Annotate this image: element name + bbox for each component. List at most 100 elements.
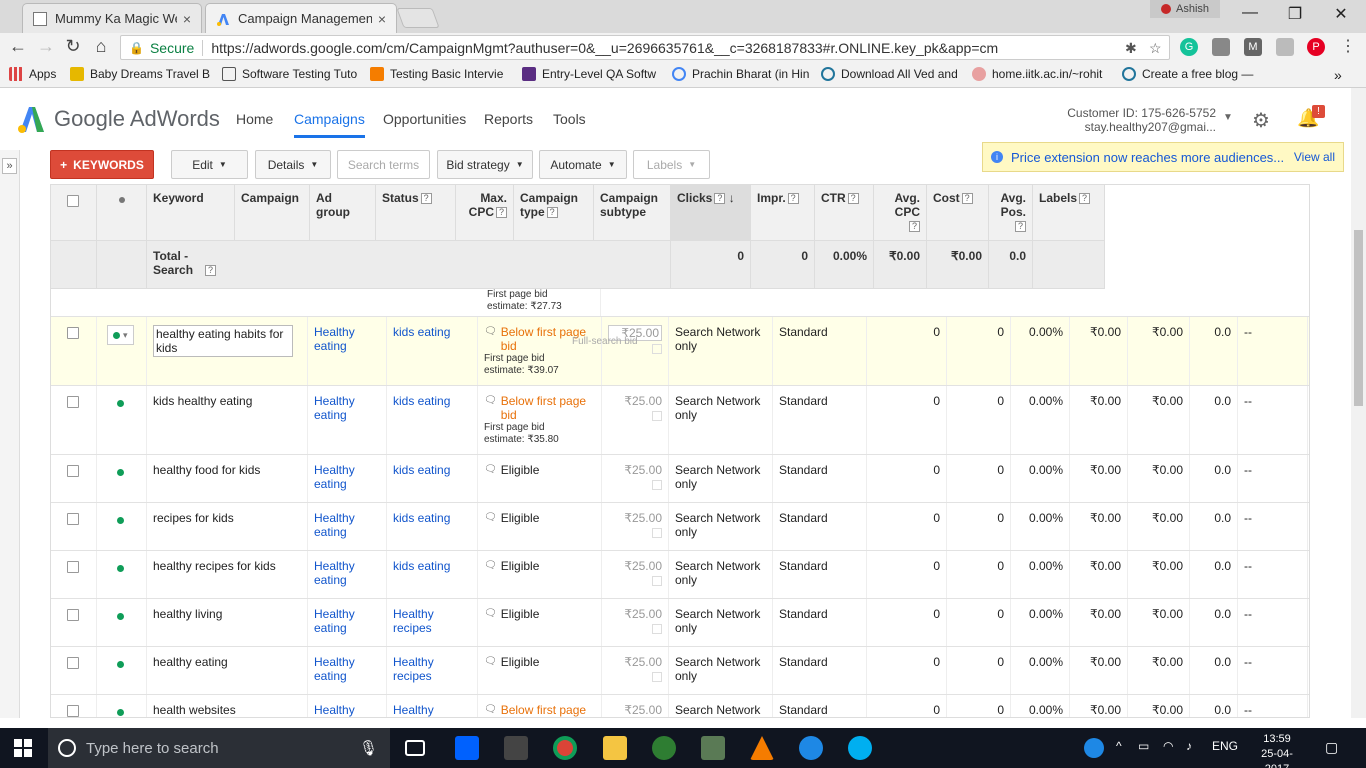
windows-start-icon[interactable] bbox=[14, 739, 32, 757]
edit-bid-icon[interactable] bbox=[652, 344, 662, 354]
status-bubble-icon[interactable]: 🗨 bbox=[484, 703, 497, 717]
adwords-logo[interactable]: Google AdWords bbox=[16, 104, 220, 134]
max-cpc-value[interactable]: ₹25.00 bbox=[608, 394, 662, 408]
ad-group-link[interactable]: Healthy eating bbox=[314, 463, 380, 491]
header-ad-group[interactable]: Ad group bbox=[310, 185, 376, 241]
grammarly-icon[interactable]: G bbox=[1180, 38, 1198, 56]
bookmark-baby-dreams[interactable]: Baby Dreams Travel B bbox=[70, 67, 210, 81]
forward-icon[interactable]: → bbox=[35, 36, 57, 57]
close-tab-icon[interactable]: × bbox=[183, 11, 191, 27]
campaign-link[interactable]: Healthy recipes bbox=[393, 655, 471, 683]
status-bubble-icon[interactable]: 🗨 bbox=[484, 325, 497, 353]
enabled-status-icon[interactable] bbox=[113, 331, 120, 339]
campaign-link[interactable]: kids eating bbox=[393, 511, 471, 525]
bookmark-create-blog[interactable]: Create a free blog — bbox=[1122, 67, 1253, 81]
edit-bid-icon[interactable] bbox=[652, 411, 662, 421]
bookmark-entry-level-qa[interactable]: Entry-Level QA Softw bbox=[522, 67, 656, 81]
internet-explorer-icon[interactable] bbox=[799, 736, 823, 760]
help-icon[interactable]: ? bbox=[961, 193, 973, 205]
max-cpc-value[interactable]: ₹25.00 bbox=[608, 559, 662, 573]
more-bookmarks-icon[interactable]: » bbox=[1334, 67, 1342, 83]
header-status[interactable]: Status? bbox=[376, 185, 456, 241]
restore-icon[interactable]: ❐ bbox=[1283, 4, 1307, 24]
header-campaign-subtype[interactable]: Campaign subtype bbox=[594, 185, 671, 241]
header-avg-cpc[interactable]: Avg. CPC? bbox=[874, 185, 927, 241]
row-checkbox[interactable] bbox=[67, 465, 79, 477]
status-bubble-icon[interactable]: 🗨 bbox=[484, 559, 497, 573]
vlc-icon[interactable] bbox=[750, 736, 774, 760]
row-checkbox[interactable] bbox=[67, 705, 79, 717]
help-icon[interactable]: ? bbox=[714, 193, 726, 205]
status-bubble-icon[interactable]: 🗨 bbox=[484, 463, 497, 477]
new-tab-button[interactable] bbox=[396, 8, 440, 28]
status-bubble-icon[interactable]: 🗨 bbox=[484, 607, 497, 621]
scrollbar-thumb[interactable] bbox=[1354, 230, 1363, 406]
table-row[interactable]: recipes for kids Healthy eating kids eatin… bbox=[51, 503, 1309, 551]
store-icon[interactable] bbox=[504, 736, 528, 760]
tab-campaign-management[interactable]: Campaign Management × bbox=[205, 3, 397, 33]
max-cpc-value[interactable]: ₹25.00 bbox=[608, 655, 662, 669]
keyword-text[interactable]: healthy food for kids bbox=[153, 463, 301, 477]
help-tray-icon[interactable] bbox=[1084, 738, 1104, 758]
nav-home[interactable]: Home bbox=[236, 111, 273, 127]
nav-opportunities[interactable]: Opportunities bbox=[383, 111, 466, 127]
automate-button[interactable]: Automate ▼ bbox=[539, 150, 627, 179]
header-clicks[interactable]: Clicks? ↓ bbox=[671, 185, 751, 241]
header-campaign[interactable]: Campaign bbox=[235, 185, 310, 241]
table-row[interactable]: healthy recipes for kids Healthy eating ki… bbox=[51, 551, 1309, 599]
extension-icon[interactable] bbox=[1212, 38, 1230, 56]
taskbar-search-input[interactable]: Type here to search 🎙 bbox=[48, 728, 390, 768]
header-keyword[interactable]: Keyword bbox=[147, 185, 235, 241]
keyword-text[interactable]: healthy eating habits for kids bbox=[153, 325, 293, 357]
header-cost[interactable]: Cost? bbox=[927, 185, 989, 241]
table-row[interactable]: healthy living Healthy eating Healthy reci… bbox=[51, 599, 1309, 647]
edit-bid-icon[interactable] bbox=[652, 672, 662, 682]
campaign-link[interactable]: kids eating bbox=[393, 325, 471, 339]
tab-mummy-ka-magic[interactable]: Mummy Ka Magic Week × bbox=[22, 3, 202, 33]
status-bubble-icon[interactable]: 🗨 bbox=[484, 511, 497, 525]
home-icon[interactable]: ⌂ bbox=[90, 36, 112, 57]
edit-button[interactable]: Edit ▼ bbox=[171, 150, 248, 179]
menu-dots-icon[interactable]: ⋮ bbox=[1337, 36, 1359, 56]
max-cpc-value[interactable]: ₹25.00 bbox=[608, 607, 662, 621]
extension-m-icon[interactable]: M bbox=[1244, 38, 1262, 56]
max-cpc-value[interactable]: ₹25.00 bbox=[608, 703, 662, 717]
keyword-text[interactable]: kids healthy eating bbox=[153, 394, 301, 408]
account-dropdown-icon[interactable]: ▼ bbox=[1223, 112, 1233, 123]
chrome-icon[interactable] bbox=[553, 736, 577, 760]
volume-icon[interactable]: ♪ bbox=[1186, 739, 1192, 753]
file-explorer-icon[interactable] bbox=[603, 736, 627, 760]
ad-group-link[interactable]: Healthy eating bbox=[314, 703, 380, 717]
edit-bid-icon[interactable] bbox=[652, 624, 662, 634]
battery-icon[interactable]: ▭ bbox=[1138, 739, 1149, 753]
ad-group-link[interactable]: Healthy eating bbox=[314, 511, 380, 539]
ad-group-link[interactable]: Healthy eating bbox=[314, 559, 380, 587]
status-dot-header[interactable] bbox=[97, 185, 147, 241]
bookmark-testing-basic[interactable]: Testing Basic Intervie bbox=[370, 67, 503, 81]
max-cpc-value[interactable]: ₹25.00 bbox=[608, 463, 662, 477]
labels-button[interactable]: Labels ▼ bbox=[633, 150, 710, 179]
edit-bid-icon[interactable] bbox=[652, 480, 662, 490]
nav-reports[interactable]: Reports bbox=[484, 111, 533, 127]
clock[interactable]: 13:59 25-04-2017 bbox=[1254, 732, 1300, 768]
campaign-link[interactable]: Healthy recipes bbox=[393, 607, 471, 635]
back-icon[interactable]: ← bbox=[7, 36, 29, 57]
help-icon[interactable]: ? bbox=[496, 207, 507, 219]
extension-puzzle-icon[interactable]: ✱ bbox=[1125, 40, 1137, 57]
nav-campaigns[interactable]: Campaigns bbox=[294, 111, 365, 138]
keyword-text[interactable]: healthy eating bbox=[153, 655, 301, 669]
notice-text[interactable]: Price extension now reaches more audienc… bbox=[1011, 150, 1286, 165]
view-all-link[interactable]: View all bbox=[1294, 150, 1335, 164]
close-tab-icon[interactable]: × bbox=[378, 11, 386, 27]
ad-group-link[interactable]: Healthy eating bbox=[314, 607, 380, 635]
url-input[interactable]: 🔒 Secure https://adwords.google.com/cm/C… bbox=[120, 35, 1170, 60]
help-icon[interactable]: ? bbox=[787, 193, 799, 205]
close-window-icon[interactable]: ✕ bbox=[1329, 4, 1353, 24]
details-button[interactable]: Details ▼ bbox=[255, 150, 331, 179]
keyword-text[interactable]: healthy living bbox=[153, 607, 301, 621]
row-checkbox[interactable] bbox=[67, 327, 79, 339]
reload-icon[interactable]: ↻ bbox=[62, 36, 84, 57]
keyword-text[interactable]: health websites bbox=[153, 703, 301, 717]
status-bubble-icon[interactable]: 🗨 bbox=[484, 394, 497, 422]
help-icon[interactable]: ? bbox=[1079, 193, 1091, 205]
